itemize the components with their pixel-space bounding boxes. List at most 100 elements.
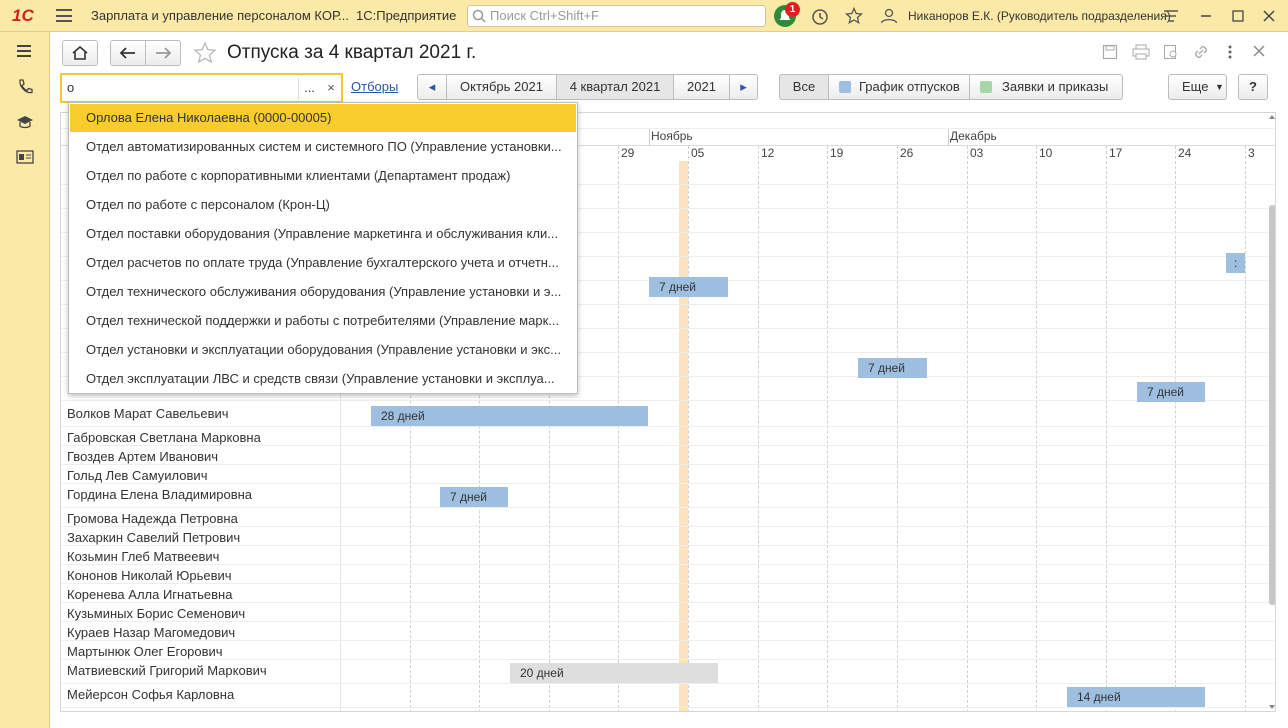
employee-name[interactable]: Кононов Николай Юрьевич	[67, 568, 232, 583]
employee-name[interactable]: Громова Надежда Петровна	[67, 511, 238, 526]
clear-filter-button[interactable]: ×	[320, 78, 342, 100]
employee-name[interactable]: Коренева Алла Игнатьевна	[67, 587, 232, 602]
history-icon[interactable]	[811, 8, 829, 26]
vacation-bar[interactable]: :	[1226, 253, 1245, 273]
dropdown-item[interactable]: Отдел технической поддержки и работы с п…	[70, 307, 576, 335]
employee-name[interactable]: Матвиевский Григорий Маркович	[67, 663, 267, 678]
vacation-bar[interactable]: 7 дней	[649, 277, 728, 297]
dropdown-item[interactable]: Отдел по работе с корпоративными клиента…	[70, 162, 576, 190]
platform-name: 1С:Предприятие	[356, 8, 457, 23]
employee-name[interactable]: Кураев Назар Магомедович	[67, 625, 235, 640]
add-favorite-star-icon[interactable]	[193, 41, 217, 65]
close-form-icon[interactable]	[1253, 45, 1265, 57]
more-actions-icon[interactable]	[1226, 44, 1234, 60]
employee-name[interactable]: Гольд Лев Самуилович	[67, 468, 207, 483]
week-header: 26	[900, 146, 914, 160]
vacation-bar[interactable]: 28 дней	[371, 406, 648, 426]
more-button[interactable]: Еще ▼	[1168, 74, 1227, 100]
dropdown-item[interactable]: Отдел эксплуатации ЛВС и средств связи (…	[70, 365, 576, 393]
back-button[interactable]	[110, 40, 146, 66]
dropdown-item[interactable]: Отдел расчетов по оплате труда (Управлен…	[70, 249, 576, 277]
employee-name[interactable]: Гвоздев Артем Иванович	[67, 449, 218, 464]
phone-icon[interactable]	[15, 77, 35, 97]
filter-input-value[interactable]: о	[67, 80, 74, 95]
link-icon[interactable]	[1193, 44, 1209, 60]
current-user[interactable]: Никаноров Е.К. (Руководитель подразделен…	[908, 0, 1171, 32]
autocomplete-dropdown: Орлова Елена Николаевна (0000-00005) Отд…	[68, 102, 578, 394]
help-button[interactable]: ?	[1238, 74, 1268, 100]
dropdown-item[interactable]: Орлова Елена Николаевна (0000-00005)	[70, 104, 576, 132]
employee-name[interactable]: Мейерсон Софья Карловна	[67, 687, 234, 702]
employee-name[interactable]: Габровская Светлана Марковна	[67, 430, 261, 445]
home-button[interactable]	[62, 40, 98, 66]
employee-name[interactable]: Козьмин Глеб Матвеевич	[67, 549, 219, 564]
dropdown-item[interactable]: Отдел поставки оборудования (Управление …	[70, 220, 576, 248]
graduation-cap-icon[interactable]	[15, 112, 35, 132]
next-period-button[interactable]: ▸	[729, 74, 758, 100]
notification-badge: 1	[785, 2, 800, 17]
employee-name[interactable]: Волков Марат Савельевич	[67, 406, 229, 421]
prev-period-button[interactable]: ◂	[417, 74, 447, 100]
select-button[interactable]: ...	[298, 78, 320, 100]
dropdown-item[interactable]: Отдел технического обслуживания оборудов…	[70, 278, 576, 306]
forward-button[interactable]	[145, 40, 181, 66]
title-bar: 1С Зарплата и управление персоналом КОР.…	[0, 0, 1288, 32]
employee-name[interactable]: Мартынюк Олег Егорович	[67, 644, 223, 659]
employee-name[interactable]: Гордина Елена Владимировна	[67, 487, 252, 502]
vacation-bar[interactable]: 7 дней	[858, 358, 927, 378]
app-logo[interactable]: 1С	[12, 6, 34, 26]
requests-color-swatch	[980, 81, 992, 93]
month-header-november: Ноябрь	[651, 129, 693, 143]
vertical-scrollbar[interactable]	[1269, 205, 1275, 605]
view-vacation-schedule[interactable]: График отпусков	[828, 74, 970, 100]
vacation-bar[interactable]: 7 дней	[440, 487, 508, 507]
dropdown-item[interactable]: Отдел установки и эксплуатации оборудова…	[70, 336, 576, 364]
print-icon[interactable]	[1132, 44, 1150, 60]
home-icon	[72, 45, 88, 60]
main-menu-icon[interactable]	[56, 9, 72, 22]
search-placeholder: Поиск Ctrl+Shift+F	[490, 8, 599, 23]
user-icon[interactable]	[879, 8, 899, 24]
week-header: 05	[691, 146, 705, 160]
close-window-icon[interactable]	[1263, 10, 1275, 22]
week-header: 17	[1109, 146, 1123, 160]
save-icon[interactable]	[1102, 44, 1118, 60]
global-search-input[interactable]: Поиск Ctrl+Shift+F	[467, 5, 766, 27]
period-month[interactable]: Октябрь 2021	[446, 74, 557, 100]
employee-name[interactable]: Кузьминых Борис Семенович	[67, 606, 245, 621]
id-card-icon[interactable]	[15, 147, 35, 167]
vacation-bar[interactable]: 20 дней	[510, 663, 718, 683]
more-button-label: Еще	[1182, 79, 1209, 94]
favorites-star-icon[interactable]	[845, 7, 863, 25]
week-header: 12	[761, 146, 775, 160]
week-header: 29	[621, 146, 635, 160]
sections-panel	[0, 32, 50, 728]
menu-icon[interactable]	[15, 42, 35, 62]
arrow-right-icon	[156, 47, 172, 59]
chevron-down-icon: ▼	[1215, 82, 1224, 92]
period-year[interactable]: 2021	[673, 74, 730, 100]
employee-name[interactable]: Захаркин Савелий Петрович	[67, 530, 240, 545]
vacation-bar[interactable]: 7 дней	[1137, 382, 1205, 402]
dropdown-item[interactable]: Отдел по работе с персоналом (Крон-Ц)	[70, 191, 576, 219]
view-vacation-schedule-label: График отпусков	[859, 79, 960, 94]
settings-menu-icon[interactable]	[1163, 9, 1179, 23]
filters-link[interactable]: Отборы	[351, 79, 398, 94]
preview-icon[interactable]	[1163, 44, 1179, 60]
search-icon	[472, 9, 486, 23]
minimize-icon[interactable]	[1200, 10, 1212, 22]
page-title: Отпуска за 4 квартал 2021 г.	[227, 42, 477, 63]
view-requests-orders[interactable]: Заявки и приказы	[969, 74, 1123, 100]
view-all[interactable]: Все	[779, 74, 829, 100]
week-header: 19	[830, 146, 844, 160]
week-header: 3	[1248, 146, 1255, 160]
view-requests-orders-label: Заявки и приказы	[1002, 79, 1109, 94]
department-filter-input[interactable]: о ... ×	[60, 73, 343, 103]
maximize-icon[interactable]	[1232, 10, 1244, 22]
period-quarter[interactable]: 4 квартал 2021	[556, 74, 674, 100]
vacation-bar[interactable]: 14 дней	[1067, 687, 1205, 707]
scroll-up-icon[interactable]	[1267, 113, 1276, 121]
arrow-left-icon	[119, 47, 135, 59]
dropdown-item[interactable]: Отдел автоматизированных систем и систем…	[70, 133, 576, 161]
scroll-down-icon[interactable]	[1267, 703, 1276, 711]
